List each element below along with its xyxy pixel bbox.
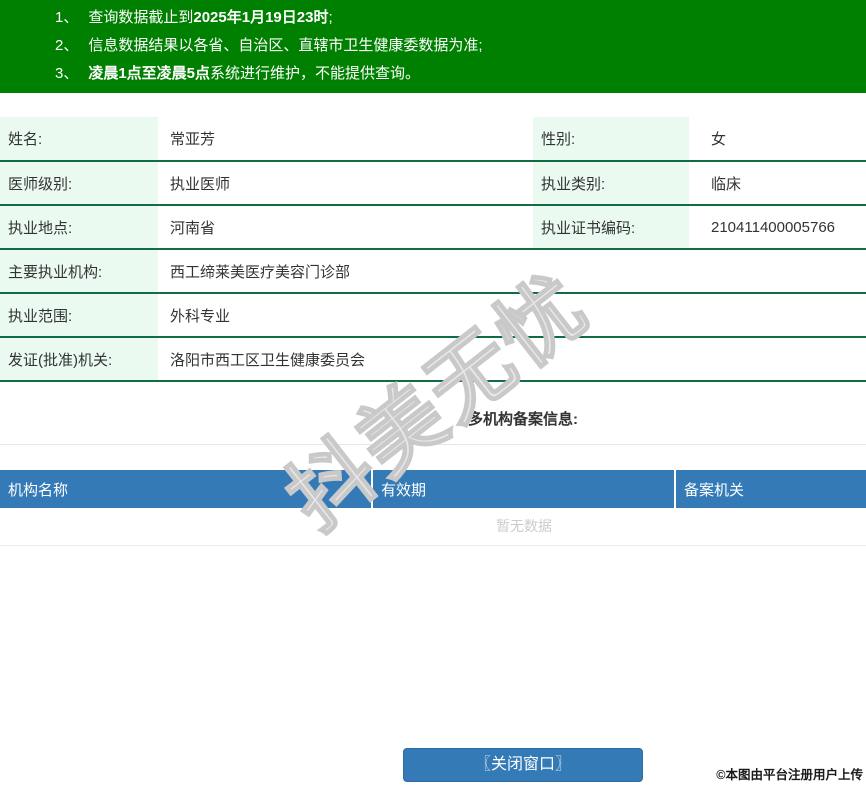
notice-text-bold: 凌晨1点至凌晨5点: [88, 65, 211, 82]
name-value: 常亚芳: [158, 117, 533, 162]
copyright-stamp: ©本图由平台注册用户上传: [716, 768, 863, 782]
notice-text: 系统进行维护，不能提供查询。: [210, 65, 421, 82]
category-label: 执业类别:: [533, 161, 689, 206]
filing-empty-row: 暂无数据: [0, 508, 866, 546]
notice-text: 信息数据结果以各省、自治区、直辖市卫生健康委数据为准;: [88, 37, 483, 54]
table-row: 发证(批准)机关: 洛阳市西工区卫生健康委员会: [0, 337, 866, 382]
location-label: 执业地点:: [0, 205, 158, 250]
filing-section-title: 多机构备案信息:: [468, 411, 578, 428]
column-header-filing-authority: 备案机关: [675, 470, 866, 508]
column-header-org-name: 机构名称: [0, 470, 373, 508]
notice-number: 1、: [55, 9, 79, 26]
table-row: 执业地点: 河南省 执业证书编码: 210411400005766: [0, 205, 866, 250]
table-row: 主要执业机构: 西工缔莱美医疗美容门诊部: [0, 249, 866, 294]
table-row: 姓名: 常亚芳 性别: 女: [0, 117, 866, 162]
scope-value: 外科专业: [158, 293, 866, 338]
notice-banner: 1、 查询数据截止到2025年1月19日23时; 2、 信息数据结果以各省、自治区、…: [0, 0, 866, 93]
notice-line-1: 1、 查询数据截止到2025年1月19日23时;: [0, 4, 866, 32]
category-value: 临床: [689, 161, 866, 206]
level-value: 执业医师: [158, 161, 533, 206]
doctor-info-table: 姓名: 常亚芳 性别: 女 医师级别: 执业医师 执业类别: 临床 执业地点: …: [0, 117, 866, 382]
empty-data-cell: 暂无数据: [0, 508, 866, 546]
main-org-value: 西工缔莱美医疗美容门诊部: [158, 249, 866, 294]
main-org-label: 主要执业机构:: [0, 249, 158, 294]
scope-label: 执业范围:: [0, 293, 158, 338]
notice-line-2: 2、 信息数据结果以各省、自治区、直辖市卫生健康委数据为准;: [0, 32, 866, 60]
close-window-button[interactable]: 〖关闭窗口〗: [403, 748, 643, 782]
column-header-validity: 有效期: [372, 470, 676, 508]
table-row: 执业范围: 外科专业: [0, 293, 866, 338]
filing-section: 多机构备案信息:: [0, 393, 866, 445]
authority-label: 发证(批准)机关:: [0, 337, 158, 382]
notice-text: 查询数据截止到: [88, 9, 194, 26]
notice-text: ;: [328, 9, 333, 26]
cert-no-value: 210411400005766: [689, 205, 866, 250]
filing-header-row: 机构名称 有效期 备案机关: [0, 470, 866, 508]
notice-line-3: 3、 凌晨1点至凌晨5点系统进行维护，不能提供查询。: [0, 60, 866, 88]
authority-value: 洛阳市西工区卫生健康委员会: [158, 337, 866, 382]
filing-table: 机构名称 有效期 备案机关 暂无数据: [0, 470, 866, 546]
notice-text-bold: 2025年1月19日23时: [193, 9, 329, 26]
empty-data-text: 暂无数据: [496, 518, 552, 535]
table-row: 医师级别: 执业医师 执业类别: 临床: [0, 161, 866, 206]
location-value: 河南省: [158, 205, 533, 250]
cert-no-label: 执业证书编码:: [533, 205, 689, 250]
gender-value: 女: [689, 117, 866, 162]
gender-label: 性别:: [533, 117, 689, 162]
level-label: 医师级别:: [0, 161, 158, 206]
notice-number: 3、: [55, 65, 79, 82]
name-label: 姓名:: [0, 117, 158, 162]
notice-number: 2、: [55, 37, 79, 54]
